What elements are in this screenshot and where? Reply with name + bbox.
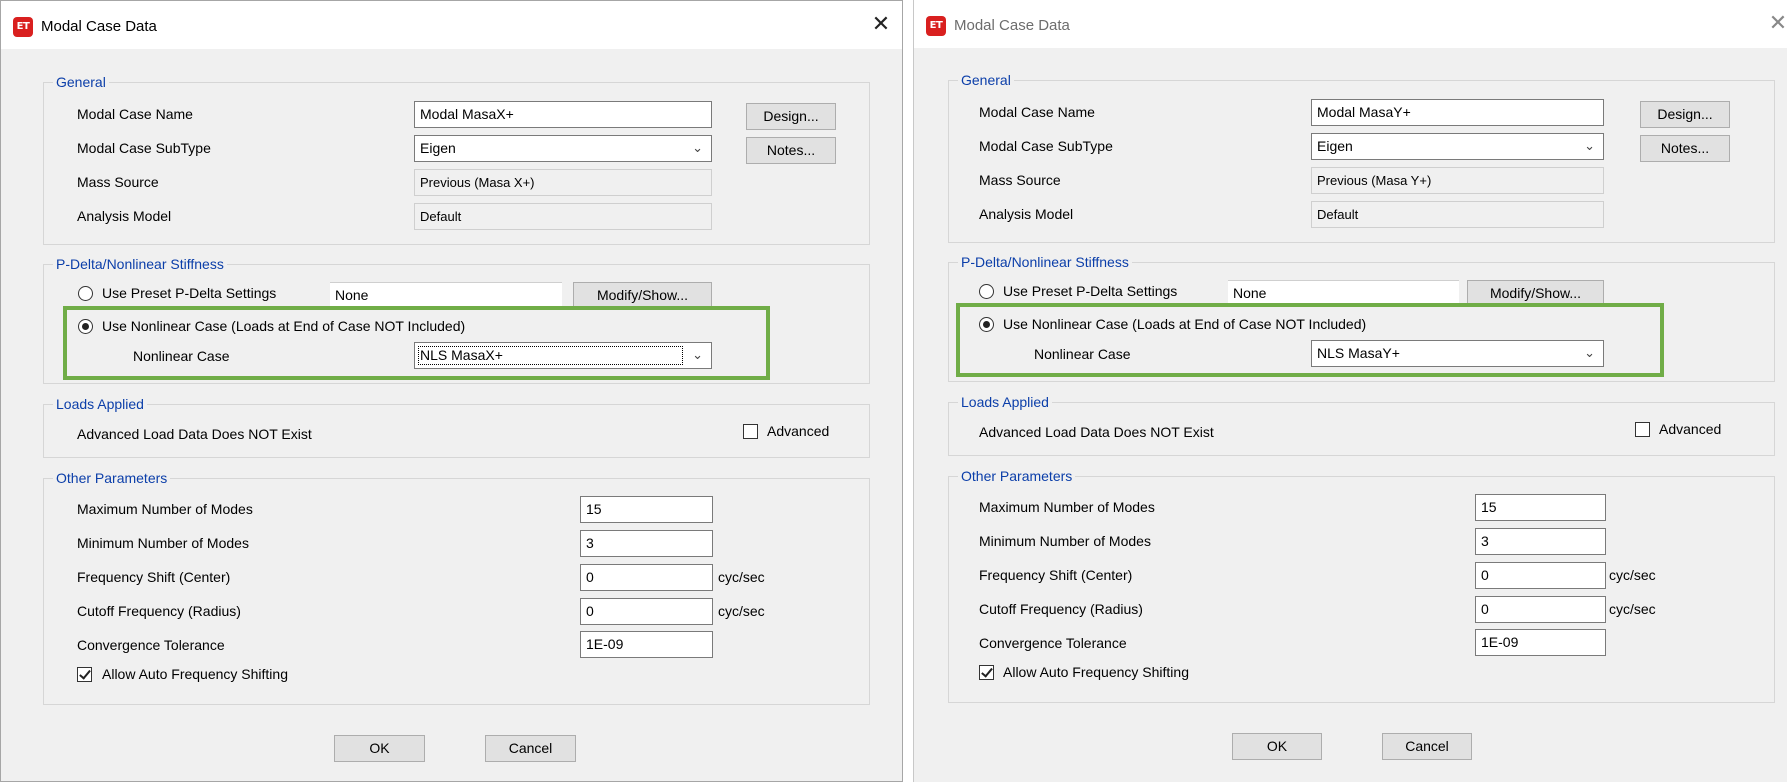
nonlinear-case-select[interactable]: NLS MasaY+ ⌄ <box>1311 340 1604 367</box>
advanced-label[interactable]: Advanced <box>767 422 829 440</box>
max-modes-input[interactable]: 15 <box>580 496 713 523</box>
chevron-down-icon: ⌄ <box>692 348 703 363</box>
analysis-model-label: Analysis Model <box>77 208 172 224</box>
use-nonlinear-case-radio[interactable] <box>78 319 93 334</box>
use-preset-pdelta-radio[interactable] <box>78 286 93 301</box>
loads-applied-legend: Loads Applied <box>961 394 1049 410</box>
advanced-label[interactable]: Advanced <box>1659 420 1721 438</box>
max-modes-input[interactable]: 15 <box>1475 494 1606 521</box>
analysis-model-label: Analysis Model <box>979 206 1074 222</box>
advanced-checkbox[interactable] <box>1635 422 1650 437</box>
mass-source-field: Previous (Masa X+) <box>414 169 712 196</box>
use-preset-pdelta-radio[interactable] <box>979 284 994 299</box>
load-data-status: Advanced Load Data Does NOT Exist <box>979 424 1214 440</box>
min-modes-input[interactable]: 3 <box>1475 528 1606 555</box>
notes-button[interactable]: Notes... <box>746 137 836 164</box>
design-button[interactable]: Design... <box>1640 101 1730 128</box>
mass-source-field: Previous (Masa Y+) <box>1311 167 1604 194</box>
analysis-model-field: Default <box>414 203 712 230</box>
title-bar: ET Modal Case Data ✕ <box>914 0 1787 48</box>
modal-case-name-label: Modal Case Name <box>77 106 193 122</box>
cancel-button[interactable]: Cancel <box>485 735 576 762</box>
modify-show-button[interactable]: Modify/Show... <box>573 282 712 309</box>
other-parameters-legend: Other Parameters <box>961 468 1073 484</box>
general-legend: General <box>961 72 1011 88</box>
use-preset-pdelta-label[interactable]: Use Preset P-Delta Settings <box>1003 282 1177 300</box>
nonlinear-case-label: Nonlinear Case <box>1034 346 1131 362</box>
notes-button[interactable]: Notes... <box>1640 135 1730 162</box>
auto-frequency-shifting-label[interactable]: Allow Auto Frequency Shifting <box>1003 663 1189 681</box>
close-icon[interactable]: ✕ <box>1763 11 1787 37</box>
frequency-shift-label: Frequency Shift (Center) <box>979 567 1133 583</box>
etabs-app-icon: ET <box>926 16 946 36</box>
etabs-app-icon: ET <box>13 17 33 37</box>
auto-frequency-shifting-checkbox[interactable] <box>979 665 994 680</box>
cutoff-frequency-label: Cutoff Frequency (Radius) <box>77 603 241 619</box>
min-modes-label: Minimum Number of Modes <box>979 533 1151 549</box>
ok-button[interactable]: OK <box>334 735 425 762</box>
auto-frequency-shifting-label[interactable]: Allow Auto Frequency Shifting <box>102 665 288 683</box>
frequency-shift-unit: cyc/sec <box>1609 567 1656 583</box>
max-modes-label: Maximum Number of Modes <box>77 501 253 517</box>
min-modes-input[interactable]: 3 <box>580 530 713 557</box>
general-legend: General <box>56 74 106 90</box>
pdelta-legend: P-Delta/Nonlinear Stiffness <box>961 254 1129 270</box>
dialog-title: Modal Case Data <box>41 18 157 35</box>
subtype-value: Eigen <box>420 140 456 156</box>
modal-case-name-input[interactable]: Modal MasaY+ <box>1311 99 1604 126</box>
focus-rectangle <box>418 346 683 365</box>
close-icon[interactable]: ✕ <box>866 12 896 38</box>
use-nonlinear-case-label[interactable]: Use Nonlinear Case (Loads at End of Case… <box>1003 315 1366 333</box>
use-nonlinear-case-radio[interactable] <box>979 317 994 332</box>
loads-applied-legend: Loads Applied <box>56 396 144 412</box>
modal-case-name-input[interactable]: Modal MasaX+ <box>414 101 712 128</box>
convergence-tolerance-label: Convergence Tolerance <box>77 637 225 653</box>
title-bar: ET Modal Case Data ✕ <box>1 1 902 49</box>
max-modes-label: Maximum Number of Modes <box>979 499 1155 515</box>
mass-source-label: Mass Source <box>77 174 159 190</box>
design-button[interactable]: Design... <box>746 103 836 130</box>
chevron-down-icon: ⌄ <box>692 141 703 156</box>
ok-button[interactable]: OK <box>1232 733 1322 760</box>
cutoff-frequency-unit: cyc/sec <box>1609 601 1656 617</box>
use-nonlinear-case-label[interactable]: Use Nonlinear Case (Loads at End of Case… <box>102 317 465 335</box>
advanced-checkbox[interactable] <box>743 424 758 439</box>
cutoff-frequency-unit: cyc/sec <box>718 603 765 619</box>
modal-case-subtype-select[interactable]: Eigen ⌄ <box>1311 133 1604 160</box>
cutoff-frequency-input[interactable]: 0 <box>580 598 713 625</box>
preset-pdelta-field: None <box>330 282 562 309</box>
modal-case-dialog-masa-x: ET Modal Case Data ✕ General Modal Case … <box>0 0 903 782</box>
convergence-tolerance-label: Convergence Tolerance <box>979 635 1127 651</box>
modal-case-dialog-masa-y: ET Modal Case Data ✕ General Modal Case … <box>913 0 1787 782</box>
subtype-value: Eigen <box>1317 138 1353 154</box>
cutoff-frequency-input[interactable]: 0 <box>1475 596 1606 623</box>
min-modes-label: Minimum Number of Modes <box>77 535 249 551</box>
mass-source-label: Mass Source <box>979 172 1061 188</box>
nonlinear-case-value: NLS MasaY+ <box>1317 345 1400 361</box>
load-data-status: Advanced Load Data Does NOT Exist <box>77 426 312 442</box>
frequency-shift-input[interactable]: 0 <box>580 564 713 591</box>
cutoff-frequency-label: Cutoff Frequency (Radius) <box>979 601 1143 617</box>
modal-case-subtype-label: Modal Case SubType <box>77 140 211 156</box>
analysis-model-field: Default <box>1311 201 1604 228</box>
chevron-down-icon: ⌄ <box>1584 139 1595 154</box>
nonlinear-case-select[interactable]: NLS MasaX+ ⌄ <box>414 342 712 369</box>
modal-case-name-label: Modal Case Name <box>979 104 1095 120</box>
nonlinear-case-label: Nonlinear Case <box>133 348 230 364</box>
convergence-tolerance-input[interactable]: 1E-09 <box>580 631 713 658</box>
pdelta-legend: P-Delta/Nonlinear Stiffness <box>56 256 224 272</box>
frequency-shift-input[interactable]: 0 <box>1475 562 1606 589</box>
auto-frequency-shifting-checkbox[interactable] <box>77 667 92 682</box>
modal-case-subtype-select[interactable]: Eigen ⌄ <box>414 135 712 162</box>
cancel-button[interactable]: Cancel <box>1382 733 1472 760</box>
use-preset-pdelta-label[interactable]: Use Preset P-Delta Settings <box>102 284 276 302</box>
dialog-title: Modal Case Data <box>954 17 1070 34</box>
modal-case-subtype-label: Modal Case SubType <box>979 138 1113 154</box>
other-parameters-legend: Other Parameters <box>56 470 168 486</box>
frequency-shift-unit: cyc/sec <box>718 569 765 585</box>
chevron-down-icon: ⌄ <box>1584 346 1595 361</box>
convergence-tolerance-input[interactable]: 1E-09 <box>1475 629 1606 656</box>
frequency-shift-label: Frequency Shift (Center) <box>77 569 231 585</box>
